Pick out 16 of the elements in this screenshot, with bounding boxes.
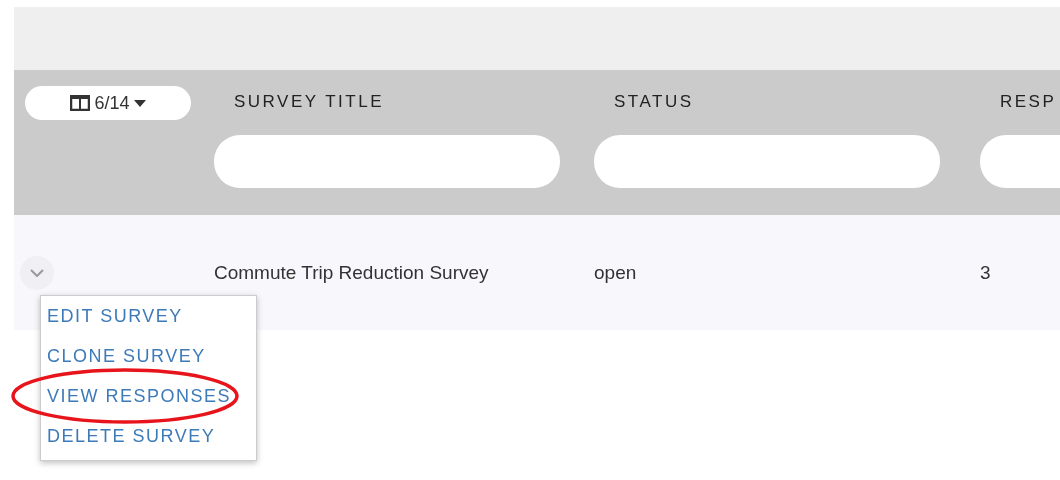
caret-icon [133,99,146,107]
column-toggle-button[interactable]: 6/14 [25,86,191,120]
column-header: SURVEY TITLE [233,92,385,113]
chevron-icon [30,268,44,277]
column-header: STATUS [613,92,695,113]
menu-item[interactable]: CLONE SURVEY [47,336,206,376]
menu-item[interactable]: EDIT SURVEY [47,296,183,336]
filter-field[interactable] [214,135,560,188]
expand-button[interactable] [20,255,54,290]
menu-item[interactable]: DELETE SURVEY [47,416,216,456]
column-header: RESP [999,92,1058,113]
table-cell: Commute Trip Reduction Survey [214,261,489,284]
table-cell: 3 [980,261,991,284]
table-cell: open [594,261,637,284]
filter-field[interactable] [594,135,940,188]
columns-icon [70,95,91,111]
